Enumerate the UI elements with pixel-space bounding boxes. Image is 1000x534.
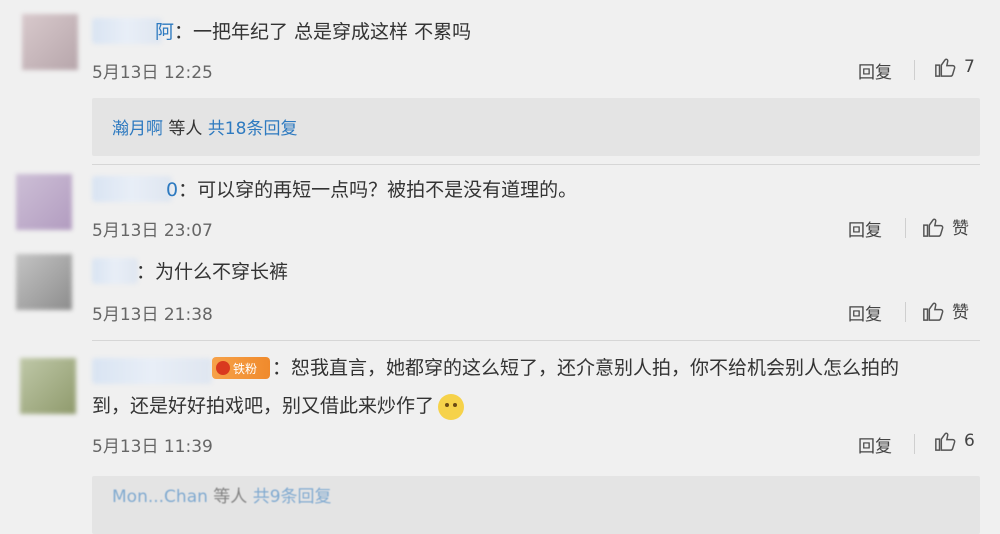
separator — [914, 60, 915, 80]
doge-emoji-icon — [438, 393, 465, 420]
reply-total-link[interactable]: 共9条回复 — [253, 487, 332, 507]
fan-badge-label: 铁粉 — [233, 361, 258, 376]
comment-time: 5月13日 21:38 — [92, 305, 213, 325]
comment-item: 阿：一把年纪了 总是穿成这样 不累吗 5月13日 12:25 回复 7 瀚月啊 … — [0, 0, 1000, 164]
avatar[interactable] — [16, 254, 72, 310]
like-count: 6 — [964, 431, 975, 451]
username[interactable] — [92, 176, 172, 202]
reply-others: 等人 — [213, 487, 248, 507]
comment-text: ：一把年纪了 总是穿成这样 不累吗 — [174, 21, 472, 43]
like-button[interactable]: 赞 — [922, 214, 969, 239]
comment-item: 铁粉 ：恕我直言，她都穿的这么短了，还介意别人拍，你不给机会别人怎么拍的 到，还… — [0, 340, 1000, 534]
comment-text-continued: 到，还是好好拍戏吧，别又借此来炒作了 — [92, 395, 435, 417]
thumbs-up-icon — [923, 301, 944, 321]
reply-button[interactable]: 回复 — [848, 216, 882, 241]
thumbs-up-icon — [935, 58, 956, 77]
like-button[interactable]: 6 — [934, 430, 975, 452]
like-button[interactable]: 赞 — [922, 298, 969, 323]
avatar[interactable] — [20, 358, 76, 414]
separator — [905, 218, 906, 238]
comment-time: 5月13日 12:25 — [92, 63, 213, 83]
like-count: 7 — [964, 57, 975, 77]
thumbs-up-icon — [923, 217, 944, 237]
like-count: 赞 — [952, 219, 969, 239]
reply-names[interactable]: 瀚月啊 — [112, 119, 163, 139]
separator — [905, 302, 906, 322]
thumbs-up-icon — [935, 432, 956, 451]
reply-button[interactable]: 回复 — [858, 432, 892, 457]
username[interactable] — [92, 258, 138, 284]
comment-item: ：为什么不穿长裤 5月13日 21:38 回复 赞 — [0, 248, 1000, 338]
reply-total-link[interactable]: 共18条回复 — [208, 119, 298, 139]
comment-time: 5月13日 11:39 — [92, 437, 213, 457]
comment-time: 5月13日 23:07 — [92, 221, 213, 241]
fan-medal-icon — [216, 361, 230, 375]
reply-summary[interactable]: 瀚月啊 等人 共18条回复 — [92, 98, 980, 156]
reply-others: 等人 — [168, 119, 203, 139]
reply-summary[interactable]: Mon...Chan 等人 共9条回复 — [92, 476, 980, 534]
like-button[interactable]: 7 — [934, 56, 975, 78]
separator — [914, 434, 915, 454]
avatar[interactable] — [16, 174, 72, 230]
comment-text: ：可以穿的再短一点吗？被拍不是没有道理的。 — [178, 179, 578, 201]
username[interactable] — [92, 358, 212, 384]
comment-item: 0：可以穿的再短一点吗？被拍不是没有道理的。 5月13日 23:07 回复 赞 — [0, 164, 1000, 248]
like-count: 赞 — [952, 303, 969, 323]
reply-button[interactable]: 回复 — [858, 58, 892, 83]
comment-text: ：为什么不穿长裤 — [136, 261, 289, 283]
reply-button[interactable]: 回复 — [848, 300, 882, 325]
username[interactable] — [92, 18, 162, 44]
username-suffix[interactable]: 0 — [166, 179, 178, 201]
fan-badge[interactable]: 铁粉 — [212, 357, 270, 379]
username-suffix[interactable]: 阿 — [155, 21, 174, 43]
comment-text: ：恕我直言，她都穿的这么短了，还介意别人拍，你不给机会别人怎么拍的 — [272, 357, 900, 379]
avatar[interactable] — [22, 14, 78, 70]
reply-names[interactable]: Mon...Chan — [112, 487, 208, 507]
